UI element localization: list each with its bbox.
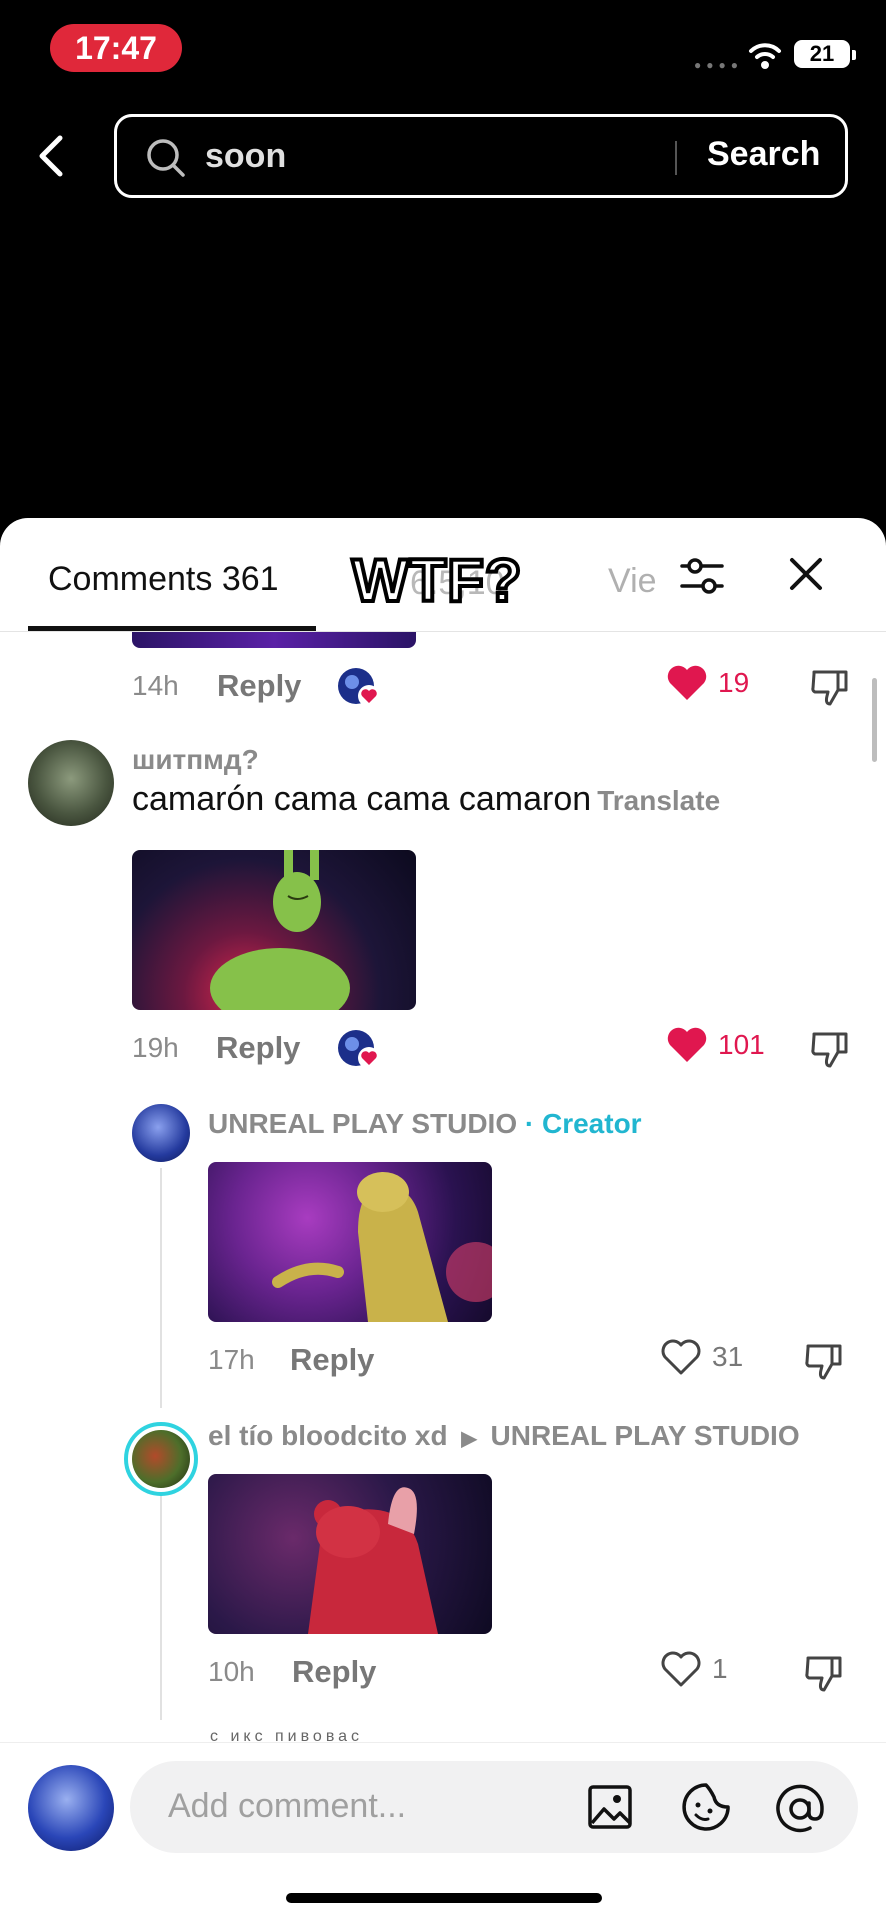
like-count: 31 [712, 1341, 744, 1372]
dislike-icon[interactable] [808, 666, 852, 710]
filter-icon[interactable] [678, 552, 726, 600]
creator-liked-icon [338, 668, 380, 707]
search-divider [675, 141, 677, 175]
comment-list: 14h Reply 19 шитпмд? camarón cama cama c… [0, 632, 886, 1756]
like-button[interactable]: 31 [660, 1338, 743, 1376]
avatar [132, 1430, 190, 1488]
search-input[interactable]: soon [205, 137, 286, 176]
heart-filled-icon [667, 1027, 707, 1062]
status-bar: 17:47 ●●●● 21 [0, 0, 886, 100]
like-count: 19 [718, 667, 750, 698]
comments-sheet: Comments 361 6.5,10 WTF? Vie 14h Reply 1… [0, 518, 886, 1920]
green-bunny-figure [210, 850, 350, 1010]
reply-author[interactable]: UNREAL PLAY STUDIO [208, 1108, 517, 1139]
search-icon [147, 139, 185, 177]
emoji-sticker-icon[interactable] [680, 1781, 732, 1833]
reply-button[interactable]: Reply [217, 668, 301, 704]
yellow-figure [272, 1172, 492, 1322]
mention-icon[interactable] [774, 1783, 826, 1835]
reply-author[interactable]: el tío bloodcito xd [208, 1420, 448, 1451]
reply-button[interactable]: Reply [290, 1342, 374, 1378]
comment-media-thumbnail[interactable] [132, 632, 416, 648]
reply-time: 10h [208, 1656, 255, 1687]
comment-composer: Add comment... [0, 1742, 886, 1920]
like-button[interactable]: 19 [666, 664, 749, 702]
heart-outline-icon [661, 1339, 701, 1375]
avatar-with-story-ring[interactable] [124, 1422, 198, 1496]
like-count: 101 [718, 1029, 765, 1060]
my-avatar[interactable] [28, 1765, 114, 1851]
status-time: 17:47 [50, 24, 182, 72]
signal-dots-icon: ●●●● [694, 58, 743, 72]
comments-header: Comments 361 6.5,10 WTF? Vie [0, 518, 886, 632]
like-button[interactable]: 101 [666, 1026, 765, 1064]
comment-text: camarón cama cama camaron Translate [132, 780, 720, 819]
comment-media-thumbnail[interactable] [132, 850, 416, 1010]
tab-views[interactable]: Vie [608, 562, 657, 601]
comment-time: 14h [132, 670, 179, 701]
wtf-overlay-text: WTF? [350, 545, 524, 616]
reply-button[interactable]: Reply [292, 1654, 376, 1690]
reply-time: 17h [208, 1344, 255, 1375]
reply-thread-line [160, 1482, 162, 1720]
like-count: 1 [712, 1653, 728, 1684]
badge-separator: · [524, 1108, 535, 1139]
comment-author: el tío bloodcito xd ▶ UNREAL PLAY STUDIO [208, 1420, 800, 1452]
comment-body: camarón cama cama camaron [132, 780, 592, 818]
scrollbar[interactable] [872, 678, 877, 762]
back-button[interactable] [30, 130, 74, 182]
reply-thread-line [160, 1168, 162, 1408]
comment-placeholder: Add comment... [168, 1787, 407, 1825]
reply-media-thumbnail[interactable] [208, 1162, 492, 1322]
comment-time: 19h [132, 1032, 179, 1063]
heart-filled-icon [667, 665, 707, 700]
search-bar[interactable]: soon Search [114, 114, 848, 198]
reply-button[interactable]: Reply [216, 1030, 300, 1066]
close-icon[interactable] [786, 554, 826, 594]
reply-arrow-icon: ▶ [461, 1428, 477, 1450]
translate-link[interactable]: Translate [597, 785, 720, 816]
screen: 17:47 ●●●● 21 soon Search Comments 361 6… [0, 0, 886, 1920]
image-icon[interactable] [586, 1783, 634, 1831]
red-bear-figure [308, 1487, 438, 1634]
dislike-icon[interactable] [808, 1028, 852, 1072]
creator-liked-icon [338, 1030, 380, 1069]
wifi-icon [749, 43, 781, 69]
tab-underline [28, 626, 316, 631]
heart-outline-icon [661, 1651, 701, 1687]
search-button[interactable]: Search [707, 135, 820, 174]
avatar[interactable] [28, 740, 114, 826]
reply-media-thumbnail[interactable] [208, 1474, 492, 1634]
dislike-icon[interactable] [802, 1340, 846, 1384]
avatar[interactable] [132, 1104, 190, 1162]
comment-author: UNREAL PLAY STUDIO · Creator [208, 1108, 642, 1140]
tab-comments[interactable]: Comments 361 [48, 560, 279, 599]
battery-indicator: 21 [794, 40, 856, 68]
comment-input[interactable]: Add comment... [130, 1761, 858, 1853]
creator-badge: Creator [541, 1108, 642, 1139]
home-indicator [286, 1893, 602, 1903]
comment-author[interactable]: шитпмд? [132, 744, 259, 776]
like-button[interactable]: 1 [660, 1650, 728, 1688]
reply-target[interactable]: UNREAL PLAY STUDIO [491, 1420, 800, 1451]
dislike-icon[interactable] [802, 1652, 846, 1696]
